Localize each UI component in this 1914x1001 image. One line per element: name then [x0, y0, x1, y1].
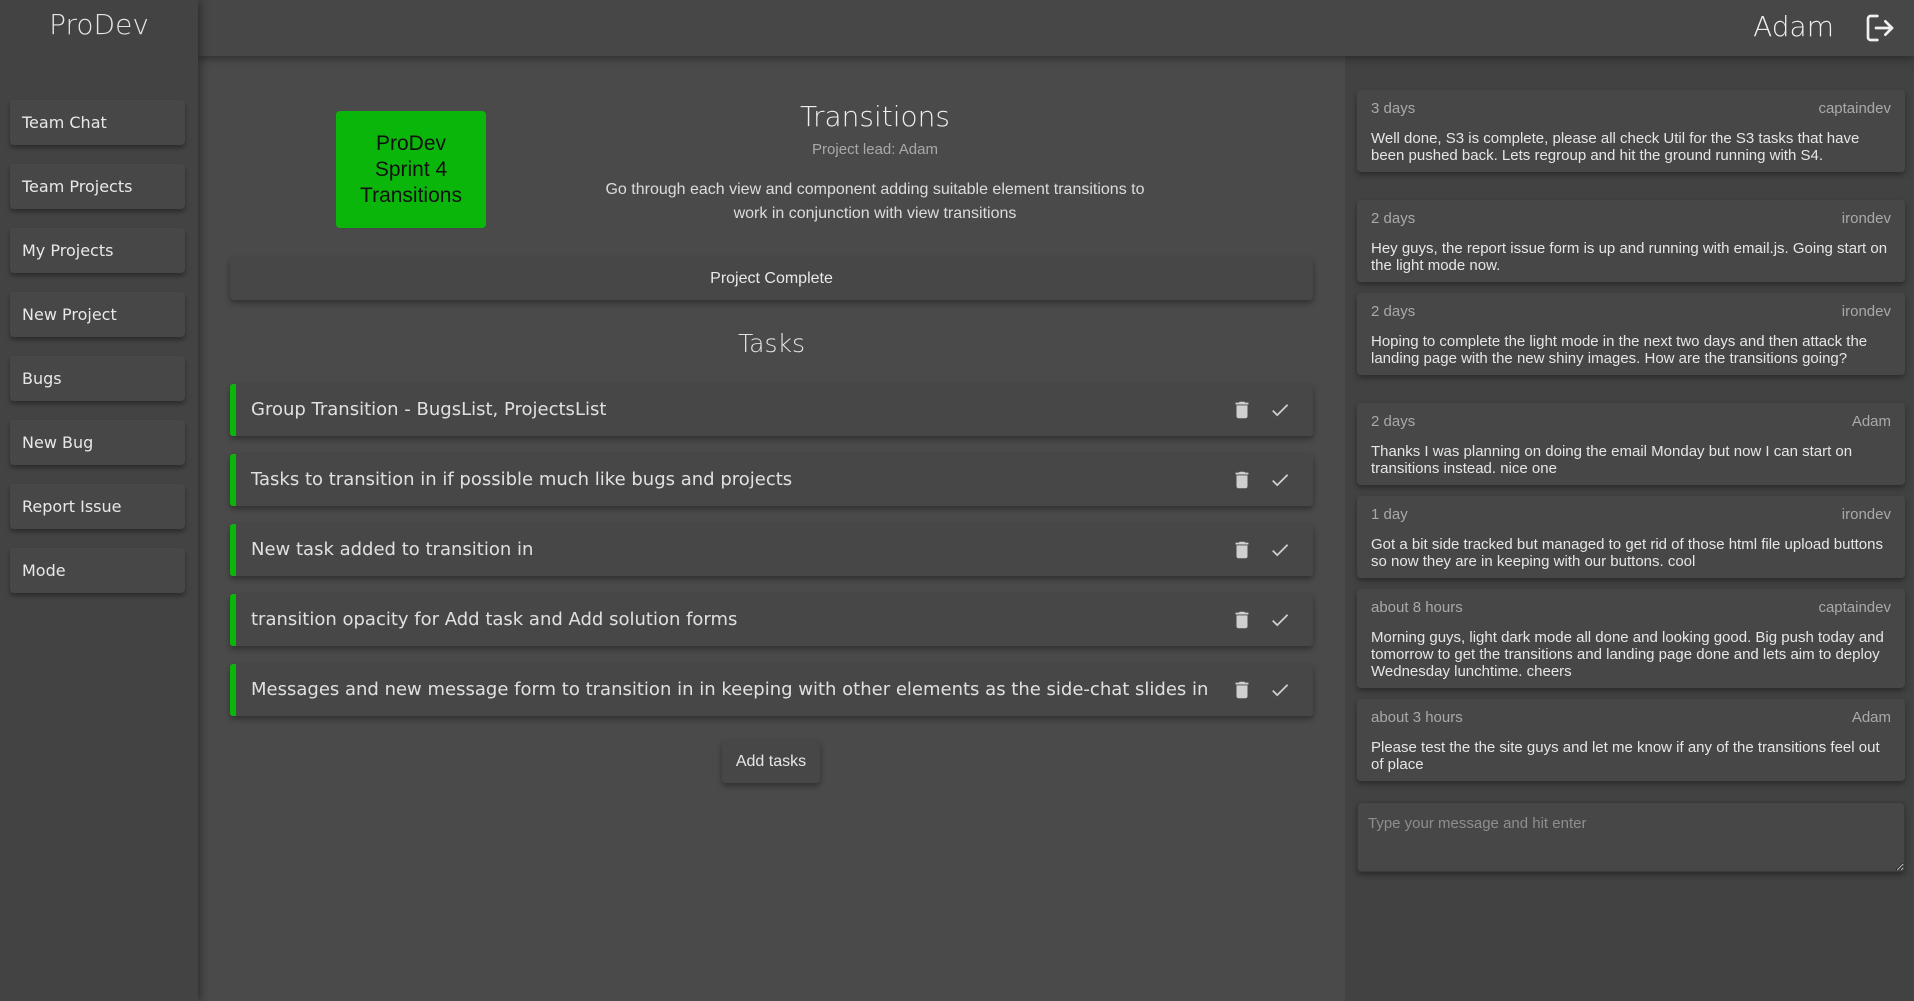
sidebar-item-new-bug[interactable]: New Bug	[10, 420, 185, 465]
task-item: New task added to transition in	[230, 524, 1313, 576]
chat-message: 2 days irondev Hoping to complete the lig…	[1357, 293, 1905, 375]
task-text: transition opacity for Add task and Add …	[251, 609, 738, 630]
check-icon[interactable]	[1269, 399, 1291, 421]
message-time: 2 days	[1371, 303, 1416, 320]
message-text: Hey guys, the report issue form is up an…	[1371, 240, 1888, 274]
task-list: Group Transition - BugsList, ProjectsLis…	[230, 384, 1313, 734]
user-name: Adam	[1753, 10, 1834, 43]
chat-message: 3 days captaindev Well done, S3 is comple…	[1357, 90, 1905, 172]
task-item: Messages and new message form to transit…	[230, 664, 1313, 716]
sidebar-item-mode[interactable]: Mode	[10, 548, 185, 593]
chat-message-input[interactable]	[1357, 802, 1905, 872]
message-time: 2 days	[1371, 210, 1416, 227]
thumb-line-2: Sprint 4	[374, 157, 448, 181]
trash-icon[interactable]	[1231, 469, 1253, 491]
task-text: Messages and new message form to transit…	[251, 679, 1209, 700]
task-item: transition opacity for Add task and Add …	[230, 594, 1313, 646]
project-detail: ProDev Sprint 4 Transitions Transitions …	[198, 56, 1345, 1001]
project-lead: Project lead: Adam	[812, 141, 938, 158]
sidebar-item-team-projects[interactable]: Team Projects	[10, 164, 185, 209]
message-time: about 3 hours	[1371, 709, 1463, 726]
sidebar-nav: Team Chat Team Projects My Projects New …	[0, 100, 198, 593]
project-thumbnail: ProDev Sprint 4 Transitions	[336, 111, 486, 228]
chat-message: 1 day irondev Got a bit side tracked but …	[1357, 496, 1905, 578]
message-text: Morning guys, light dark mode all done a…	[1371, 629, 1884, 680]
message-author: irondev	[1841, 303, 1891, 320]
chat-message: about 8 hours captaindev Morning guys, li…	[1357, 589, 1905, 688]
message-text: Thanks I was planning on doing the email…	[1371, 443, 1853, 477]
thumb-line-3: Transitions	[360, 183, 462, 207]
message-author: irondev	[1841, 506, 1891, 523]
task-text: New task added to transition in	[251, 539, 534, 560]
check-icon[interactable]	[1269, 679, 1291, 701]
sidebar: ProDev Team Chat Team Projects My Projec…	[0, 0, 198, 1001]
message-text: Well done, S3 is complete, please all ch…	[1371, 130, 1860, 164]
message-author: Adam	[1851, 413, 1891, 430]
message-author: captaindev	[1818, 100, 1891, 117]
project-description: Go through each view and component addin…	[605, 181, 1145, 222]
sidebar-item-report-issue[interactable]: Report Issue	[10, 484, 185, 529]
message-author: irondev	[1841, 210, 1891, 227]
check-icon[interactable]	[1269, 609, 1291, 631]
app-brand[interactable]: ProDev	[0, 0, 198, 50]
trash-icon[interactable]	[1231, 399, 1253, 421]
thumb-line-1: ProDev	[375, 131, 447, 155]
project-title: Transitions	[800, 100, 950, 133]
chat-message: 2 days Adam Thanks I was planning on doin…	[1357, 403, 1905, 485]
check-icon[interactable]	[1269, 469, 1291, 491]
message-time: 1 day	[1371, 506, 1408, 523]
message-text: Got a bit side tracked but managed to ge…	[1371, 536, 1883, 570]
message-time: 3 days	[1371, 100, 1416, 117]
trash-icon[interactable]	[1231, 679, 1253, 701]
task-text: Group Transition - BugsList, ProjectsLis…	[251, 399, 607, 420]
message-author: Adam	[1851, 709, 1891, 726]
sidebar-item-team-chat[interactable]: Team Chat	[10, 100, 185, 145]
message-text: Hoping to complete the light mode in the…	[1371, 333, 1868, 367]
task-text: Tasks to transition in if possible much …	[251, 469, 793, 490]
side-chat: 3 days captaindev Well done, S3 is comple…	[1345, 56, 1914, 1001]
message-author: captaindev	[1818, 599, 1891, 616]
logout-icon[interactable]	[1864, 12, 1896, 44]
sidebar-item-new-project[interactable]: New Project	[10, 292, 185, 337]
sidebar-item-my-projects[interactable]: My Projects	[10, 228, 185, 273]
project-complete-button[interactable]: Project Complete	[230, 257, 1313, 300]
top-header: Adam	[198, 0, 1914, 56]
chat-message: 2 days irondev Hey guys, the report issue…	[1357, 200, 1905, 282]
chat-message: about 3 hours Adam Please test the the si…	[1357, 699, 1905, 781]
trash-icon[interactable]	[1231, 609, 1253, 631]
message-time: about 8 hours	[1371, 599, 1463, 616]
tasks-heading: Tasks	[738, 329, 805, 358]
task-item: Tasks to transition in if possible much …	[230, 454, 1313, 506]
sidebar-item-bugs[interactable]: Bugs	[10, 356, 185, 401]
message-text: Please test the the site guys and let me…	[1371, 739, 1880, 773]
trash-icon[interactable]	[1231, 539, 1253, 561]
check-icon[interactable]	[1269, 539, 1291, 561]
task-item: Group Transition - BugsList, ProjectsLis…	[230, 384, 1313, 436]
message-time: 2 days	[1371, 413, 1416, 430]
add-tasks-button[interactable]: Add tasks	[722, 740, 820, 783]
